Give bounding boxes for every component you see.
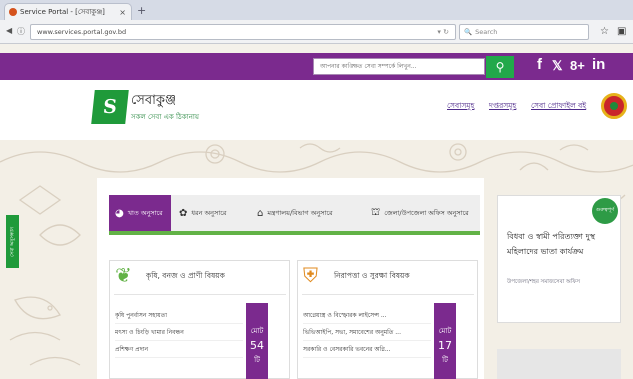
office-icon: ⛫ [371, 206, 381, 218]
site-tagline: সকল সেবা এক ঠিকানায় [131, 113, 200, 121]
count-value: 17 [438, 339, 452, 352]
tab-label: খাত অনুসারে [127, 208, 163, 217]
side-search-tab[interactable]: সেবা অনুসন্ধান [6, 215, 19, 268]
site-top-bar: আপনার কাঙ্ক্ষিত সেবা সম্পর্কে লিখুন... ⚲… [0, 53, 633, 80]
tab-label: মন্ত্রণালয়/বিভাগ অনুসারে [267, 208, 333, 217]
tab-by-district-office[interactable]: ⛫ জেলা/উপজেলা অফিস অনুসারে [365, 195, 480, 231]
bookmark-star-icon[interactable]: ☆ [600, 26, 609, 37]
reload-icon[interactable]: ▾ ↻ [437, 28, 449, 36]
main-content: ◕ খাত অনুসারে ✿ ধরন অনুসারে ⌂ মন্ত্রণালয… [97, 178, 484, 379]
count-label: মোট [438, 327, 452, 335]
important-service-title[interactable]: বিধবা ও স্বামী পরিত্যক্তা দুস্থ মহিলাদের… [507, 229, 612, 259]
tab-by-ministry[interactable]: ⌂ মন্ত্রণালয়/বিভাগ অনুসারে [251, 195, 363, 231]
count-label: মোট [250, 327, 264, 335]
divider [114, 294, 286, 295]
list-item[interactable]: ভিভিআইপি, সভা, সমাবেশের অনুমতি ... [303, 324, 431, 341]
nav-link-offices[interactable]: দপ্তরসমূহ [489, 101, 516, 113]
browser-tab[interactable]: Service Portal - [সেবাকুঞ্জ] × [4, 3, 132, 20]
browser-tab-bar: Service Portal - [সেবাকুঞ্জ] × + [0, 0, 633, 20]
shield-icon: ⛨ [303, 263, 318, 287]
government-emblem [601, 93, 627, 119]
search-icon: 🔍 [464, 28, 473, 36]
bookmarks-menu-icon[interactable]: ▣ [617, 26, 626, 37]
browser-search-placeholder: Search [475, 28, 498, 36]
tab-label: জেলা/উপজেলা অফিস অনুসারে [384, 208, 469, 217]
url-bar[interactable]: www.services.portal.gov.bd ▾ ↻ [30, 24, 456, 40]
category-panel-security: ⛨ নিরাপত্তা ও সুরক্ষা বিষয়ক আগ্নেয়াস্ত… [297, 260, 478, 379]
building-icon: ⌂ [257, 207, 264, 219]
site-header: S সেবাকুঞ্জ সকল সেবা এক ঠিকানায় সেবাসমূ… [0, 80, 633, 140]
service-tab-row: ◕ খাত অনুসারে ✿ ধরন অনুসারে ⌂ মন্ত্রণালয… [109, 195, 480, 235]
important-badge: গুরুত্বপূর্ণ [592, 198, 618, 224]
google-plus-icon[interactable]: 8+ [570, 58, 585, 73]
close-tab-icon[interactable]: × [119, 8, 126, 17]
back-button[interactable]: ◀ [6, 26, 12, 35]
service-count-box[interactable]: মোট 17 টি [434, 303, 456, 379]
secondary-card [497, 349, 621, 379]
divider [302, 294, 474, 295]
twitter-icon[interactable]: 𝕏 [552, 58, 562, 74]
list-item[interactable]: প্রশিক্ষণ প্রদান [115, 341, 243, 358]
nav-link-services[interactable]: সেবাসমূহ [447, 101, 474, 113]
browser-search-box[interactable]: 🔍 Search [459, 24, 589, 40]
browser-tab-title: Service Portal - [সেবাকুঞ্জ] [20, 8, 105, 16]
service-list: আগ্নেয়াস্ত্র ও বিস্ফোরক লাইসেন্স ... ভি… [303, 307, 431, 358]
count-unit: টি [442, 356, 448, 364]
flower-icon: ✿ [179, 207, 188, 219]
site-search-input[interactable]: আপনার কাঙ্ক্ষিত সেবা সম্পর্কে লিখুন... [313, 58, 485, 75]
count-value: 54 [250, 339, 264, 352]
search-icon: ⚲ [495, 60, 505, 74]
facebook-icon[interactable]: f [537, 56, 542, 73]
tab-by-type[interactable]: ✿ ধরন অনুসারে [173, 195, 249, 231]
site-name: সেবাকুঞ্জ [131, 93, 177, 108]
new-tab-button[interactable]: + [137, 4, 146, 17]
site-search-button[interactable]: ⚲ [486, 56, 514, 78]
list-item[interactable]: আগ্নেয়াস্ত্র ও বিস্ফোরক লাইসেন্স ... [303, 307, 431, 324]
important-service-office: উপজেলা/শহর সমাজসেবা অফিস [507, 279, 581, 285]
list-item[interactable]: মৎস্য ও চিংড়ি খামার নিবন্ধন [115, 324, 243, 341]
url-text: www.services.portal.gov.bd [37, 28, 127, 36]
tab-underline [109, 231, 480, 235]
list-item[interactable]: কৃষি পুনর্বাসন সহায়তা [115, 307, 243, 324]
tab-by-sector[interactable]: ◕ খাত অনুসারে [109, 195, 171, 231]
browser-nav-bar: ◀ ⓘ www.services.portal.gov.bd ▾ ↻ 🔍 Sea… [0, 20, 633, 44]
service-list: কৃষি পুনর্বাসন সহায়তা মৎস্য ও চিংড়ি খা… [115, 307, 243, 358]
category-panel-agriculture: ❦ কৃষি, বনজ ও প্রাণী বিষয়ক কৃষি পুনর্বা… [109, 260, 290, 379]
site-search-placeholder: আপনার কাঙ্ক্ষিত সেবা সম্পর্কে লিখুন... [320, 63, 417, 70]
service-count-box[interactable]: মোট 54 টি [246, 303, 268, 379]
leaf-icon: ❦ [115, 263, 132, 287]
important-service-card[interactable]: গুরুত্বপূর্ণ বিধবা ও স্বামী পরিত্যক্তা দ… [497, 195, 621, 323]
site-logo[interactable]: S [91, 90, 129, 124]
favicon-icon [9, 8, 17, 16]
linkedin-icon[interactable]: in [592, 56, 605, 73]
info-icon[interactable]: ⓘ [17, 26, 25, 37]
list-item[interactable]: সরকারি ও বেসরকারি ভবনের অগ্নি... [303, 341, 431, 358]
panel-title[interactable]: নিরাপত্তা ও সুরক্ষা বিষয়ক [334, 271, 410, 283]
panel-title[interactable]: কৃষি, বনজ ও প্রাণী বিষয়ক [146, 271, 225, 283]
tab-label: ধরন অনুসারে [191, 208, 227, 217]
nav-link-service-profile-book[interactable]: সেবা প্রোফাইল বই [531, 101, 586, 113]
count-unit: টি [254, 356, 260, 364]
pie-chart-icon: ◕ [115, 207, 124, 219]
